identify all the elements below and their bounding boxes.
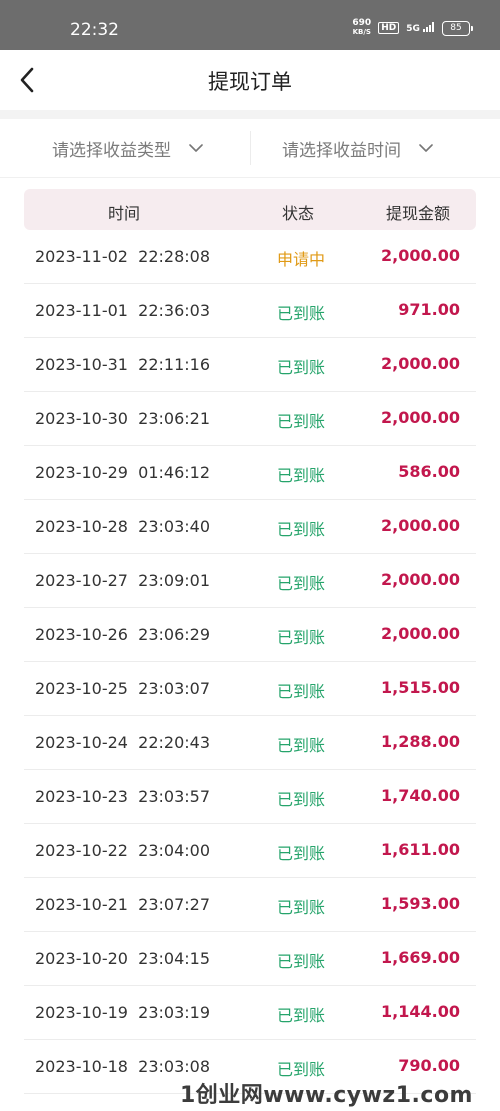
withdrawal-status: 申请中: [276, 250, 325, 269]
withdrawal-amount: 2,000.00: [381, 624, 460, 643]
withdrawal-time: 2023-10-25 23:03:07: [35, 679, 211, 698]
withdrawal-status: 已到账: [276, 1006, 325, 1025]
withdrawal-time: 2023-10-18 23:03:08: [35, 1057, 211, 1076]
network-speed-unit: KB/S: [352, 28, 371, 36]
battery-icon: 85: [442, 20, 473, 36]
withdrawal-amount: 1,288.00: [381, 732, 460, 751]
withdrawal-time: 2023-10-19 23:03:19: [35, 1003, 211, 1022]
withdrawal-status: 已到账: [276, 304, 325, 323]
table-row[interactable]: 2023-10-28 23:03:40 已到账 2,000.00: [24, 500, 476, 554]
table-row[interactable]: 2023-10-19 23:03:19 已到账 1,144.00: [24, 986, 476, 1040]
withdrawal-time: 2023-10-29 01:46:12: [35, 463, 211, 482]
navigation-bar: 提现订单: [0, 50, 500, 110]
withdrawal-status: 已到账: [276, 412, 325, 431]
income-type-filter[interactable]: 请选择收益类型: [52, 119, 203, 177]
watermark: 1创业网www.cywz1.com: [180, 1083, 473, 1108]
withdrawal-status: 已到账: [276, 790, 325, 809]
column-header-status: 状态: [282, 204, 315, 223]
filter-divider: [250, 131, 251, 165]
withdrawal-status: 已到账: [276, 358, 325, 377]
withdrawal-amount: 2,000.00: [381, 408, 460, 427]
table-row[interactable]: 2023-10-22 23:04:00 已到账 1,611.00: [24, 824, 476, 878]
withdrawal-amount: 790.00: [398, 1056, 460, 1075]
withdrawal-amount: 971.00: [398, 300, 460, 319]
table-row[interactable]: 2023-11-01 22:36:03 已到账 971.00: [24, 284, 476, 338]
withdrawal-time: 2023-10-30 23:06:21: [35, 409, 211, 428]
withdrawal-time: 2023-10-20 23:04:15: [35, 949, 211, 968]
withdrawal-status: 已到账: [276, 844, 325, 863]
withdrawal-list: 2023-11-02 22:28:08 申请中 2,000.00 2023-11-01…: [24, 230, 476, 1094]
withdrawal-amount: 1,515.00: [381, 678, 460, 697]
withdrawal-time: 2023-11-02 22:28:08: [35, 247, 211, 266]
column-header-amount: 提现金额: [386, 204, 451, 223]
table-row[interactable]: 2023-10-26 23:06:29 已到账 2,000.00: [24, 608, 476, 662]
column-header-time: 时间: [108, 204, 141, 223]
withdrawal-time: 2023-10-22 23:04:00: [35, 841, 211, 860]
network-speed: 690 KB/S: [352, 19, 371, 37]
withdrawal-amount: 1,669.00: [381, 948, 460, 967]
withdrawal-status: 已到账: [276, 574, 325, 593]
table-row[interactable]: 2023-11-02 22:28:08 申请中 2,000.00: [24, 230, 476, 284]
table-row[interactable]: 2023-10-20 23:04:15 已到账 1,669.00: [24, 932, 476, 986]
withdrawal-status: 已到账: [276, 952, 325, 971]
income-time-filter[interactable]: 请选择收益时间: [282, 119, 433, 177]
withdrawal-time: 2023-10-23 23:03:57: [35, 787, 211, 806]
page-title: 提现订单: [208, 70, 292, 94]
battery-level: 85: [450, 22, 462, 33]
withdrawal-time: 2023-11-01 22:36:03: [35, 301, 211, 320]
withdrawal-amount: 2,000.00: [381, 354, 460, 373]
withdrawal-time: 2023-10-26 23:06:29: [35, 625, 211, 644]
withdrawal-time: 2023-10-27 23:09:01: [35, 571, 211, 590]
withdrawal-status: 已到账: [276, 466, 325, 485]
income-time-filter-label: 请选择收益时间: [282, 140, 401, 161]
withdrawal-status: 已到账: [276, 682, 325, 701]
network-type: 5G: [406, 24, 420, 34]
table-header: 时间 状态 提现金额: [24, 189, 476, 230]
hd-icon: HD: [378, 22, 400, 34]
withdrawal-time: 2023-10-28 23:03:40: [35, 517, 211, 536]
signal-5g-icon: 5G: [406, 22, 435, 34]
table-row[interactable]: 2023-10-24 22:20:43 已到账 1,288.00: [24, 716, 476, 770]
table-row[interactable]: 2023-10-21 23:07:27 已到账 1,593.00: [24, 878, 476, 932]
withdrawal-amount: 586.00: [398, 462, 460, 481]
income-type-filter-label: 请选择收益类型: [52, 140, 171, 161]
withdrawal-amount: 2,000.00: [381, 246, 460, 265]
signal-bars-icon: [423, 22, 434, 32]
withdrawal-amount: 1,144.00: [381, 1002, 460, 1021]
table-row[interactable]: 2023-10-31 22:11:16 已到账 2,000.00: [24, 338, 476, 392]
withdrawal-status: 已到账: [276, 736, 325, 755]
withdrawal-amount: 2,000.00: [381, 570, 460, 589]
withdrawal-status: 已到账: [276, 520, 325, 539]
withdrawal-status: 已到账: [276, 628, 325, 647]
withdrawal-amount: 1,740.00: [381, 786, 460, 805]
withdrawal-time: 2023-10-21 23:07:27: [35, 895, 211, 914]
withdrawal-status: 已到账: [276, 898, 325, 917]
status-bar: 22:32 690 KB/S HD 5G 85: [0, 0, 500, 50]
table-row[interactable]: 2023-10-23 23:03:57 已到账 1,740.00: [24, 770, 476, 824]
table-row[interactable]: 2023-10-27 23:09:01 已到账 2,000.00: [24, 554, 476, 608]
chevron-down-icon: [419, 143, 433, 152]
withdrawal-time: 2023-10-24 22:20:43: [35, 733, 211, 752]
table-row[interactable]: 2023-10-30 23:06:21 已到账 2,000.00: [24, 392, 476, 446]
filter-bar: 请选择收益类型 请选择收益时间: [0, 119, 500, 178]
table-row[interactable]: 2023-10-25 23:03:07 已到账 1,515.00: [24, 662, 476, 716]
network-speed-value: 690: [352, 18, 372, 28]
withdrawal-amount: 2,000.00: [381, 516, 460, 535]
withdrawal-time: 2023-10-31 22:11:16: [35, 355, 211, 374]
status-icons: 690 KB/S HD 5G 85: [352, 19, 473, 37]
withdrawal-amount: 1,611.00: [381, 840, 460, 859]
chevron-down-icon: [189, 143, 203, 152]
section-gap: [0, 110, 500, 119]
status-time: 22:32: [70, 20, 119, 40]
table-row[interactable]: 2023-10-29 01:46:12 已到账 586.00: [24, 446, 476, 500]
withdrawal-amount: 1,593.00: [381, 894, 460, 913]
